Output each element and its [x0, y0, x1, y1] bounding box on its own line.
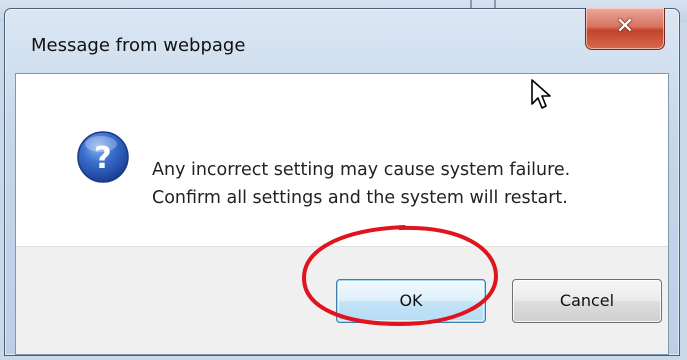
message-area: ? Any incorrect setting may cause system…	[16, 74, 668, 246]
mouse-pointer-icon	[531, 79, 551, 109]
highlight-annotation	[301, 225, 499, 327]
dialog-title: Message from webpage	[31, 35, 246, 56]
message-line: Confirm all settings and the system will…	[152, 188, 568, 208]
title-bar[interactable]: Message from webpage ✕	[5, 8, 679, 73]
close-icon: ✕	[615, 14, 635, 39]
cancel-button[interactable]: Cancel	[512, 279, 662, 323]
svg-text:?: ?	[94, 141, 111, 176]
question-icon: ?	[77, 131, 129, 183]
message-line: Any incorrect setting may cause system f…	[152, 160, 571, 180]
close-button[interactable]: ✕	[585, 8, 665, 50]
